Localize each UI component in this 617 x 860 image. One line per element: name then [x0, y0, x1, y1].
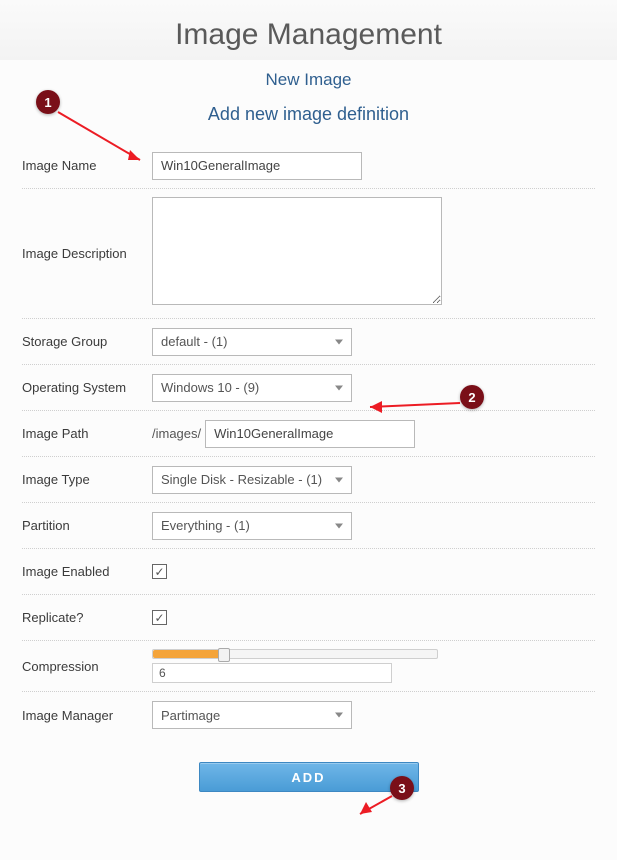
row-storage-group: Storage Group default - (1) — [22, 319, 595, 365]
image-path-prefix: /images/ — [152, 426, 201, 441]
image-description-textarea[interactable] — [152, 197, 442, 305]
image-manager-select[interactable]: Partimage — [152, 701, 352, 729]
row-image-name: Image Name — [22, 143, 595, 189]
label-storage-group: Storage Group — [22, 334, 152, 349]
partition-select[interactable]: Everything - (1) — [152, 512, 352, 540]
row-image-path: Image Path /images/ — [22, 411, 595, 457]
compression-value-input[interactable] — [152, 663, 392, 683]
chevron-down-icon — [335, 523, 343, 528]
chevron-down-icon — [335, 477, 343, 482]
label-compression: Compression — [22, 659, 152, 674]
storage-group-value: default - (1) — [161, 334, 227, 349]
row-image-type: Image Type Single Disk - Resizable - (1) — [22, 457, 595, 503]
add-button[interactable]: Add — [199, 762, 419, 792]
operating-system-select[interactable]: Windows 10 - (9) — [152, 374, 352, 402]
chevron-down-icon — [335, 339, 343, 344]
label-image-description: Image Description — [22, 246, 152, 261]
row-replicate: Replicate? ✓ — [22, 595, 595, 641]
compression-slider-handle[interactable] — [218, 648, 230, 662]
image-manager-value: Partimage — [161, 708, 220, 723]
label-image-name: Image Name — [22, 158, 152, 173]
subheading-add-definition: Add new image definition — [0, 98, 617, 143]
compression-slider[interactable] — [152, 649, 438, 659]
row-compression: Compression — [22, 641, 595, 692]
partition-value: Everything - (1) — [161, 518, 250, 533]
image-type-value: Single Disk - Resizable - (1) — [161, 472, 322, 487]
image-form: Image Name Image Description Storage Gro… — [0, 143, 617, 802]
label-operating-system: Operating System — [22, 380, 152, 395]
label-image-enabled: Image Enabled — [22, 564, 152, 579]
label-image-manager: Image Manager — [22, 708, 152, 723]
chevron-down-icon — [335, 713, 343, 718]
replicate-checkbox[interactable]: ✓ — [152, 610, 167, 625]
image-path-input[interactable] — [205, 420, 415, 448]
image-type-select[interactable]: Single Disk - Resizable - (1) — [152, 466, 352, 494]
image-name-input[interactable] — [152, 152, 362, 180]
compression-slider-fill — [153, 650, 224, 658]
label-image-type: Image Type — [22, 472, 152, 487]
label-image-path: Image Path — [22, 426, 152, 441]
row-image-description: Image Description — [22, 189, 595, 319]
subtitle-new-image: New Image — [0, 60, 617, 98]
page-title: Image Management — [0, 0, 617, 60]
chevron-down-icon — [335, 385, 343, 390]
label-partition: Partition — [22, 518, 152, 533]
row-operating-system: Operating System Windows 10 - (9) — [22, 365, 595, 411]
label-replicate: Replicate? — [22, 610, 152, 625]
row-image-enabled: Image Enabled ✓ — [22, 549, 595, 595]
storage-group-select[interactable]: default - (1) — [152, 328, 352, 356]
row-partition: Partition Everything - (1) — [22, 503, 595, 549]
operating-system-value: Windows 10 - (9) — [161, 380, 259, 395]
image-enabled-checkbox[interactable]: ✓ — [152, 564, 167, 579]
row-image-manager: Image Manager Partimage — [22, 692, 595, 738]
